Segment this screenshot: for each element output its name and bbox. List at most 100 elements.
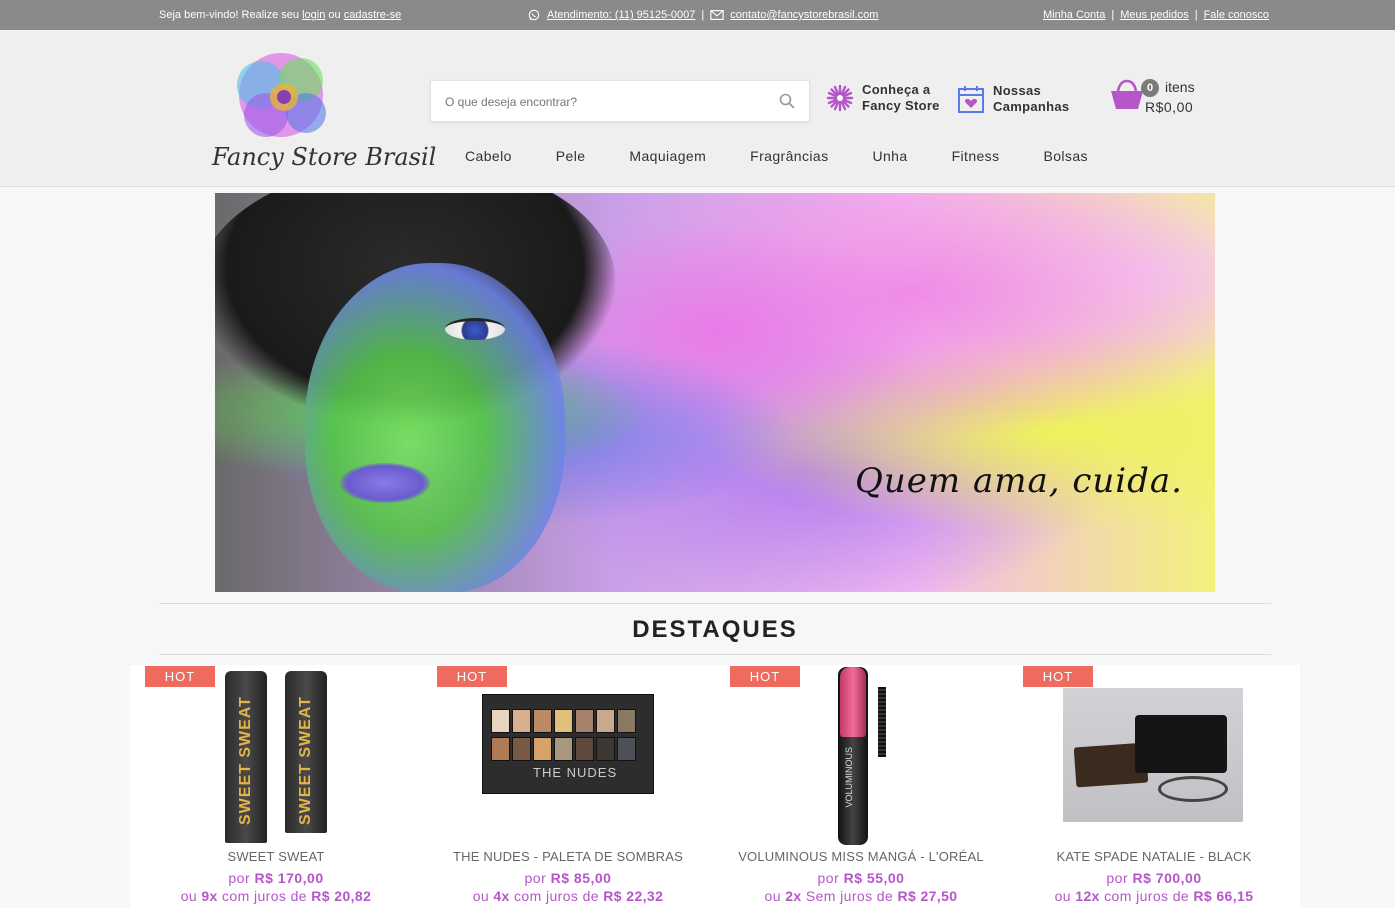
nav-item-unha[interactable]: Unha <box>850 148 929 164</box>
nav-item-fitness[interactable]: Fitness <box>930 148 1022 164</box>
inst-prefix: ou <box>180 888 198 904</box>
product-installments: ou 2x Sem juros de R$ 27,50 <box>715 888 1007 904</box>
about-store-label: Conheça a Fancy Store <box>862 82 940 114</box>
price-prefix: por <box>228 870 251 886</box>
envelope-icon <box>710 10 724 20</box>
search-box <box>430 80 810 122</box>
inst-prefix: ou <box>472 888 490 904</box>
palette-label: THE NUDES <box>533 765 618 780</box>
phone-link[interactable]: Atendimento: (11) 95125-0007 <box>547 9 695 21</box>
product-price: por R$ 170,00 <box>130 870 422 886</box>
inst-prefix: ou <box>1054 888 1071 904</box>
product-name[interactable]: KATE SPADE NATALIE - BLACK <box>1008 849 1300 864</box>
inst-times: 4x <box>493 888 510 904</box>
section-divider-top <box>159 603 1271 604</box>
tube-label: SWEET SWEAT <box>237 696 254 826</box>
contact-us-link[interactable]: Fale conosco <box>1204 9 1269 21</box>
product-card[interactable]: HOT THE NUDES THE NUDES - PALETA DE SOMB… <box>422 665 714 908</box>
product-name[interactable]: SWEET SWEAT <box>130 849 422 864</box>
inst-value: R$ 27,50 <box>897 888 958 904</box>
separator: | <box>1194 9 1198 21</box>
flower-icon <box>826 84 854 112</box>
inst-times: 2x <box>785 888 802 904</box>
whatsapp-icon <box>528 9 540 21</box>
price-value: R$ 85,00 <box>550 870 612 886</box>
my-account-link[interactable]: Minha Conta <box>1043 9 1105 21</box>
about-line-2: Fancy Store <box>862 98 940 113</box>
site-header: Fancy Store Brasil Conheça a Fancy Store <box>0 30 1395 187</box>
inst-mid: Sem juros de <box>805 888 894 904</box>
nav-item-fragrancias[interactable]: Fragrâncias <box>728 148 850 164</box>
inst-mid: com juros de <box>514 888 599 904</box>
campaigns-label: Nossas Campanhas <box>993 83 1069 115</box>
logo-text: Fancy Store Brasil <box>212 143 437 171</box>
register-link[interactable]: cadastre-se <box>344 9 401 21</box>
hero-banner[interactable]: Quem ama, cuida. <box>215 193 1215 592</box>
product-image[interactable] <box>1063 688 1243 822</box>
top-bar: Seja bem-vindo! Realize seu login ou cad… <box>0 0 1395 30</box>
nav-item-cabelo[interactable]: Cabelo <box>443 148 534 164</box>
hot-badge: HOT <box>437 666 507 687</box>
welcome-text: Seja bem-vindo! Realize seu <box>159 9 300 21</box>
product-image[interactable]: VOLUMINOUS <box>830 667 910 845</box>
login-link[interactable]: login <box>302 9 325 21</box>
inst-mid: com juros de <box>1104 888 1190 904</box>
product-name[interactable]: VOLUMINOUS MISS MANGÁ - L'ORÉAL <box>715 849 1007 864</box>
cart-widget[interactable]: 0 itens R$0,00 <box>1110 76 1220 120</box>
tube-art: SWEET SWEAT <box>225 671 267 843</box>
logo[interactable]: Fancy Store Brasil <box>206 45 436 180</box>
product-card[interactable]: HOT SWEET SWEAT SWEET SWEAT SWEET SWEAT … <box>130 665 422 908</box>
hot-badge: HOT <box>145 666 215 687</box>
shopping-basket-icon <box>1111 79 1143 109</box>
category-nav: Cabelo Pele Maquiagem Fragrâncias Unha F… <box>443 148 1110 164</box>
search-input[interactable] <box>445 92 765 112</box>
product-price: por R$ 85,00 <box>422 870 714 886</box>
palette-art: THE NUDES <box>482 694 654 794</box>
handbag-photo <box>1063 688 1243 822</box>
product-card[interactable]: HOT KATE SPADE NATALIE - BLACK por R$ 70… <box>1008 665 1300 908</box>
my-orders-link[interactable]: Meus pedidos <box>1120 9 1189 21</box>
product-card[interactable]: HOT VOLUMINOUS VOLUMINOUS MISS MANGÁ - L… <box>715 665 1007 908</box>
search-icon[interactable] <box>779 93 795 109</box>
product-image[interactable]: THE NUDES <box>482 694 654 794</box>
featured-products: HOT SWEET SWEAT SWEET SWEAT SWEET SWEAT … <box>130 665 1300 908</box>
banner-eye-art <box>445 318 505 340</box>
nav-item-maquiagem[interactable]: Maquiagem <box>607 148 728 164</box>
hot-badge: HOT <box>1023 666 1093 687</box>
product-installments: ou 4x com juros de R$ 22,32 <box>422 888 714 904</box>
price-value: R$ 700,00 <box>1132 870 1202 886</box>
inst-mid: com juros de <box>222 888 307 904</box>
price-prefix: por <box>1106 870 1129 886</box>
inst-prefix: ou <box>764 888 781 904</box>
section-title: DESTAQUES <box>632 616 798 643</box>
nav-item-pele[interactable]: Pele <box>534 148 608 164</box>
banner-slogan: Quem ama, cuida. <box>855 461 1183 501</box>
cart-total: R$0,00 <box>1145 99 1194 115</box>
product-image[interactable]: SWEET SWEAT SWEET SWEAT <box>225 667 335 845</box>
email-link[interactable]: contato@fancystorebrasil.com <box>730 9 878 21</box>
tube-label: SWEET SWEAT <box>297 696 314 826</box>
product-installments: ou 9x com juros de R$ 20,82 <box>130 888 422 904</box>
inst-value: R$ 22,32 <box>603 888 664 904</box>
campaigns-link[interactable]: Nossas Campanhas <box>957 83 1069 115</box>
logo-flower-icon <box>237 53 326 137</box>
mascara-label: VOLUMINOUS <box>844 747 854 808</box>
about-store-link[interactable]: Conheça a Fancy Store <box>826 82 940 114</box>
product-installments: ou 12x com juros de R$ 66,15 <box>1008 888 1300 904</box>
banner-face-art <box>305 263 565 592</box>
account-links: Minha Conta | Meus pedidos | Fale conosc… <box>1043 9 1269 21</box>
inst-times: 12x <box>1075 888 1100 904</box>
price-prefix: por <box>817 870 840 886</box>
product-name[interactable]: THE NUDES - PALETA DE SOMBRAS <box>422 849 714 864</box>
product-price: por R$ 700,00 <box>1008 870 1300 886</box>
nav-item-bolsas[interactable]: Bolsas <box>1022 148 1110 164</box>
or-text: ou <box>328 9 341 21</box>
cart-count-badge: 0 <box>1141 79 1159 97</box>
price-prefix: por <box>524 870 547 886</box>
price-value: R$ 170,00 <box>254 870 324 886</box>
section-divider-bottom <box>159 654 1271 655</box>
inst-value: R$ 66,15 <box>1193 888 1254 904</box>
inst-value: R$ 20,82 <box>311 888 372 904</box>
separator: | <box>701 9 705 21</box>
banner-lips-art <box>340 463 430 503</box>
